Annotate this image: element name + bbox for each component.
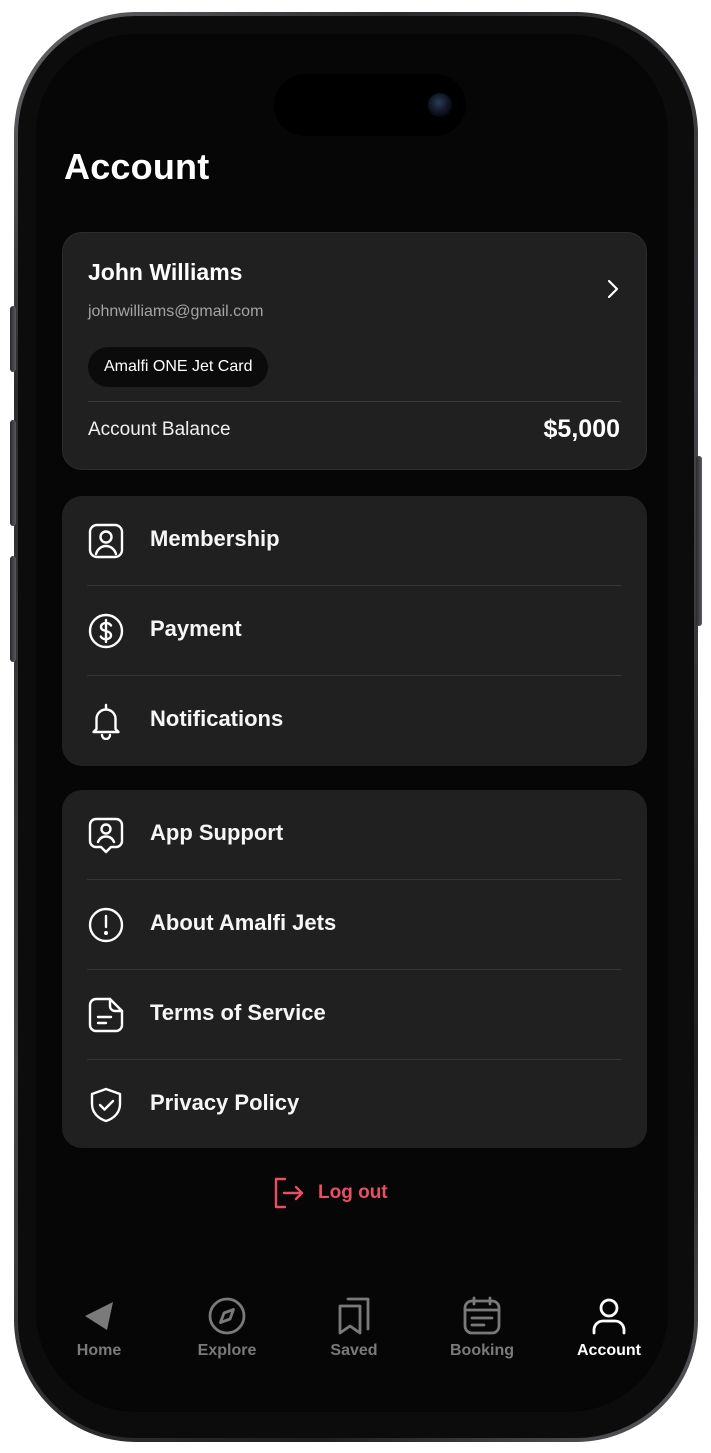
menu-item-label: App Support — [150, 820, 284, 845]
mute-switch — [10, 306, 16, 372]
menu-item-label: Privacy Policy — [150, 1090, 300, 1115]
info-menu-group: App Support About Amalfi Jets Terms of S… — [62, 790, 647, 1148]
volume-down-button — [10, 556, 16, 662]
menu-item-app-support[interactable]: App Support — [62, 790, 647, 880]
volume-up-button — [10, 420, 16, 526]
calendar-list-icon — [463, 1296, 501, 1335]
bottom-tab-bar: Home Explore Saved Booking Account — [36, 1296, 668, 1376]
logout-button[interactable]: Log out — [272, 1176, 388, 1210]
account-menu-group: Membership Payment Notifications — [62, 496, 647, 766]
membership-badge: Amalfi ONE Jet Card — [88, 347, 269, 387]
power-button — [696, 456, 702, 626]
logout-label: Log out — [318, 1182, 388, 1203]
support-agent-icon — [88, 817, 124, 854]
bell-icon — [92, 703, 120, 740]
page-title: Account — [64, 146, 210, 187]
plane-arrow-icon — [85, 1302, 113, 1330]
menu-item-label: Terms of Service — [150, 1000, 326, 1025]
dollar-circle-icon — [88, 613, 124, 649]
profile-email: johnwilliams@gmail.com — [88, 303, 264, 320]
phone-frame: Account John Williams johnwilliams@gmail… — [10, 12, 702, 1442]
menu-item-notifications[interactable]: Notifications — [62, 676, 647, 766]
menu-item-about[interactable]: About Amalfi Jets — [62, 880, 647, 970]
profile-card[interactable]: John Williams johnwilliams@gmail.com Ama… — [62, 232, 647, 470]
chevron-right-icon[interactable] — [600, 277, 624, 301]
tab-home[interactable]: Home — [44, 1296, 154, 1360]
menu-item-payment[interactable]: Payment — [62, 586, 647, 676]
bookmarks-icon — [338, 1297, 370, 1335]
tab-label: Saved — [330, 1342, 378, 1359]
tab-label: Home — [76, 1342, 122, 1359]
dynamic-island — [274, 74, 466, 136]
menu-item-membership[interactable]: Membership — [62, 496, 647, 586]
camera-lens — [428, 93, 452, 117]
menu-item-privacy[interactable]: Privacy Policy — [62, 1060, 647, 1150]
logout-icon — [274, 1177, 304, 1209]
tab-label: Account — [577, 1342, 641, 1359]
tab-explore[interactable]: Explore — [172, 1296, 282, 1360]
user-icon — [592, 1298, 626, 1335]
menu-item-label: Payment — [150, 616, 242, 641]
menu-item-label: Membership — [150, 526, 280, 551]
screen: Account John Williams johnwilliams@gmail… — [36, 34, 668, 1412]
profile-name: John Williams — [88, 259, 243, 285]
menu-item-label: Notifications — [150, 706, 284, 731]
tab-account[interactable]: Account — [554, 1296, 664, 1360]
shield-check-icon — [90, 1087, 122, 1123]
tab-label: Explore — [197, 1342, 257, 1359]
menu-item-terms[interactable]: Terms of Service — [62, 970, 647, 1060]
balance-label: Account Balance — [88, 419, 231, 440]
document-icon — [88, 997, 124, 1033]
balance-value: $5,000 — [543, 415, 620, 443]
tab-booking[interactable]: Booking — [427, 1296, 537, 1360]
info-circle-icon — [88, 907, 124, 943]
tab-label: Booking — [450, 1342, 514, 1359]
tab-saved[interactable]: Saved — [299, 1296, 409, 1360]
menu-item-label: About Amalfi Jets — [150, 910, 337, 935]
compass-icon — [208, 1297, 246, 1335]
user-square-icon — [88, 523, 124, 559]
profile-divider — [88, 401, 621, 402]
